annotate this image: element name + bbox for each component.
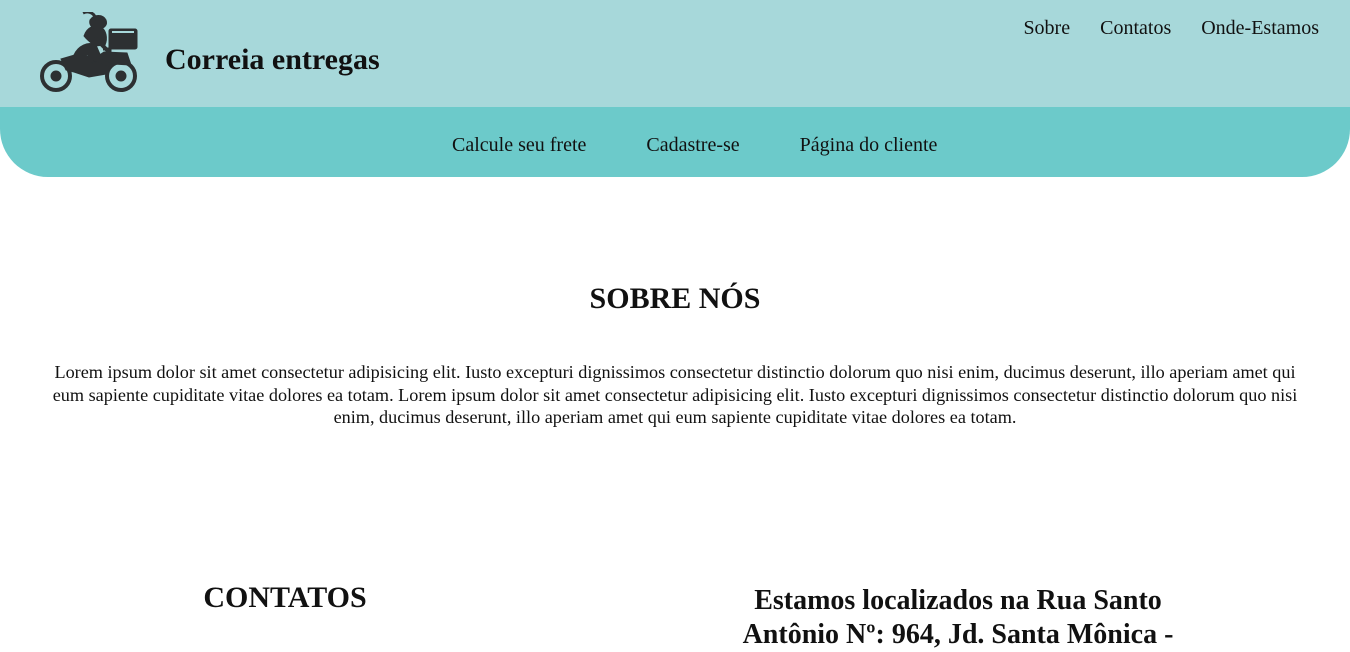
about-text: Lorem ipsum dolor sit amet consectetur a…: [52, 362, 1298, 428]
about-title: SOBRE NÓS: [589, 282, 761, 316]
brand-name: Correia entregas: [165, 43, 380, 76]
location-text: Estamos localizados na Rua Santo Antônio…: [742, 585, 1174, 650]
secondary-links: Calcule seu frete Cadastre-se Página do …: [452, 134, 937, 157]
secondary-navigation: Calcule seu frete Cadastre-se Página do …: [0, 107, 1350, 177]
calcule-frete-link[interactable]: Calcule seu frete: [452, 134, 586, 157]
nav-link-sobre[interactable]: Sobre: [1023, 17, 1070, 40]
cadastre-se-link[interactable]: Cadastre-se: [646, 134, 739, 157]
pagina-cliente-link[interactable]: Página do cliente: [800, 134, 938, 157]
motorcycle-delivery-icon: [40, 12, 138, 92]
top-navigation: Sobre Contatos Onde-Estamos: [1023, 17, 1319, 40]
nav-link-contatos[interactable]: Contatos: [1100, 17, 1171, 40]
nav-link-onde-estamos[interactable]: Onde-Estamos: [1201, 17, 1319, 40]
contacts-title: CONTATOS: [203, 580, 367, 614]
top-header: Correia entregas Sobre Contatos Onde-Est…: [0, 0, 1350, 107]
